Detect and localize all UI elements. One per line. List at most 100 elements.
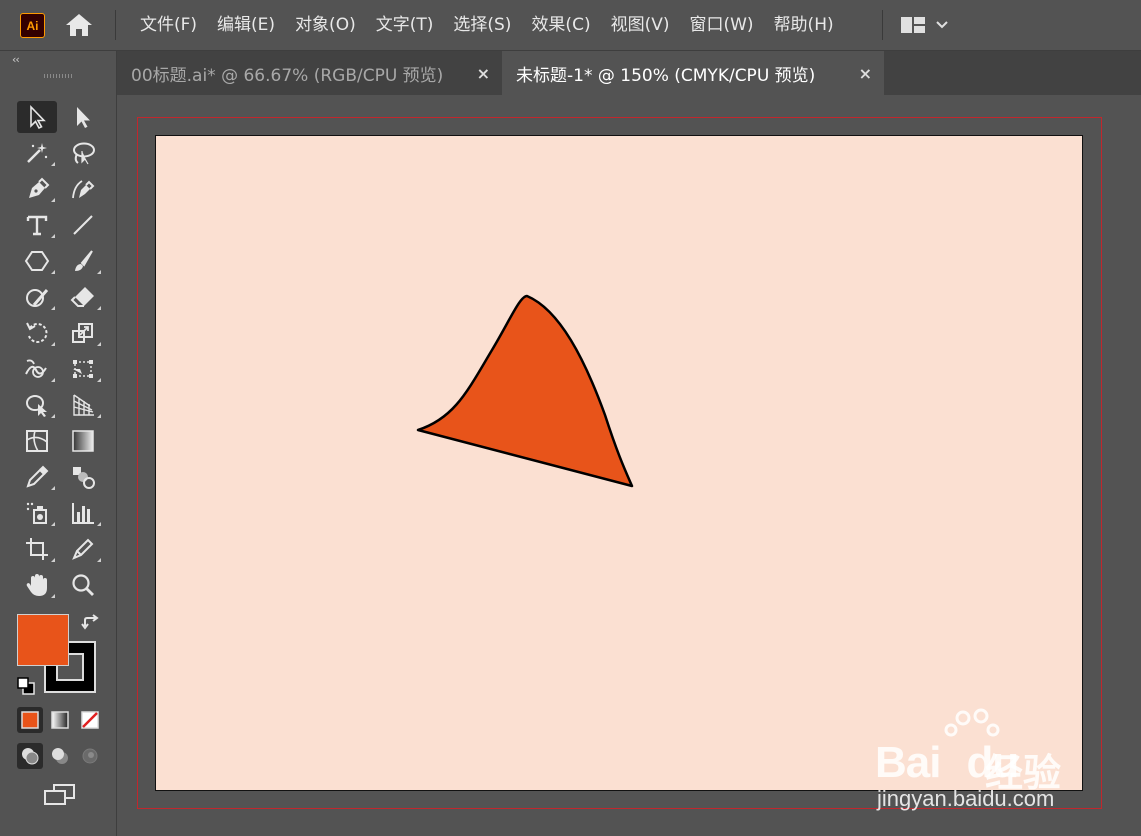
menu-file[interactable]: 文件(F) (130, 0, 207, 50)
pen-tool[interactable] (17, 173, 57, 205)
menu-items: 文件(F) 编辑(E) 对象(O) 文字(T) 选择(S) 效果(C) 视图(V… (130, 0, 844, 50)
menu-object[interactable]: 对象(O) (285, 0, 366, 50)
zoom-tool[interactable] (63, 569, 103, 601)
lasso-icon (73, 142, 95, 165)
home-icon[interactable] (64, 12, 94, 38)
pen-nib-icon (29, 177, 50, 198)
hand-tool[interactable] (17, 569, 57, 601)
column-graph-tool[interactable] (63, 497, 103, 529)
selection-tool[interactable] (17, 101, 57, 133)
menu-effect[interactable]: 效果(C) (521, 0, 600, 50)
type-t-icon (26, 215, 48, 236)
direct-selection-tool[interactable] (63, 101, 103, 133)
screen-mode-icon[interactable] (42, 782, 78, 808)
collapse-panel-button[interactable]: ‹‹ (12, 53, 20, 66)
selection-arrow-icon (30, 105, 46, 130)
tab-title: 00标题.ai* @ 66.67% (RGB/CPU 预览) (131, 65, 444, 86)
eyedropper-icon (26, 465, 49, 488)
gradient-swatch-icon (51, 711, 69, 729)
solid-color-icon (21, 711, 39, 729)
menu-edit[interactable]: 编辑(E) (207, 0, 285, 50)
default-colors-icon[interactable] (16, 676, 36, 696)
rotate-icon (26, 322, 48, 343)
bar-chart-icon (72, 503, 94, 524)
menu-type[interactable]: 文字(T) (366, 0, 444, 50)
magic-wand-icon (27, 143, 48, 163)
line-segment-icon (73, 215, 93, 235)
artboard-tool[interactable] (17, 533, 57, 565)
blend-tool[interactable] (63, 461, 103, 493)
workspace-switcher[interactable] (900, 14, 954, 36)
shape-builder-icon (26, 395, 47, 417)
blend-icon (73, 467, 95, 489)
line-segment-tool[interactable] (63, 209, 103, 241)
close-icon[interactable]: × (477, 64, 490, 83)
menu-bar: Ai 文件(F) 编辑(E) 对象(O) 文字(T) 选择(S) 效果(C) 视… (0, 0, 1141, 51)
draw-behind-button[interactable] (47, 743, 73, 769)
swap-colors-icon[interactable] (80, 614, 102, 636)
chevron-down-icon (936, 21, 948, 29)
hand-icon (26, 574, 47, 596)
eyedropper-tool[interactable] (17, 461, 57, 493)
panel-grip[interactable] (44, 74, 74, 78)
eraser-icon (70, 287, 94, 307)
draw-inside-icon (82, 748, 98, 764)
illustrator-logo: Ai (20, 13, 45, 38)
gradient-mode-button[interactable] (47, 707, 73, 733)
slice-knife-icon (72, 538, 94, 560)
draw-normal-button[interactable] (17, 743, 43, 769)
type-tool[interactable] (17, 209, 57, 241)
tab-document-1[interactable]: 00标题.ai* @ 66.67% (RGB/CPU 预览) × (117, 51, 502, 95)
mesh-icon (26, 430, 48, 452)
shape-builder-tool[interactable] (17, 389, 57, 421)
symbol-sprayer-icon (26, 502, 47, 524)
symbol-sprayer-tool[interactable] (17, 497, 57, 529)
workspace-layout-icon (901, 17, 925, 33)
menu-view[interactable]: 视图(V) (601, 0, 680, 50)
warp-tool[interactable] (17, 353, 57, 385)
draw-inside-button[interactable] (77, 743, 103, 769)
menu-divider (115, 10, 116, 40)
none-color-icon (81, 711, 99, 729)
menu-select[interactable]: 选择(S) (443, 0, 521, 50)
perspective-grid-icon (73, 394, 94, 416)
free-transform-icon (73, 360, 93, 378)
lasso-tool[interactable] (63, 137, 103, 169)
menu-help[interactable]: 帮助(H) (764, 0, 844, 50)
direct-selection-arrow-icon (77, 107, 90, 128)
gradient-tool[interactable] (63, 425, 103, 457)
perspective-grid-tool[interactable] (63, 389, 103, 421)
artboard-icon (26, 538, 48, 560)
free-transform-tool[interactable] (63, 353, 103, 385)
paintbrush-tool[interactable] (63, 245, 103, 277)
magic-wand-tool[interactable] (17, 137, 57, 169)
curvature-pen-icon (72, 180, 95, 199)
document-tab-bar: 00标题.ai* @ 66.67% (RGB/CPU 预览) × 未标题-1* … (117, 51, 1141, 95)
none-mode-button[interactable] (77, 707, 103, 733)
watermark-url: jingyan.baidu.com (877, 786, 1055, 811)
mesh-tool[interactable] (17, 425, 57, 457)
color-mode-button[interactable] (17, 707, 43, 733)
polygon-tool[interactable] (17, 245, 57, 277)
scale-tool[interactable] (63, 317, 103, 349)
shaper-icon (26, 289, 49, 307)
baidu-jingyan-watermark: Bai du 经验 jingyan.baidu.com (875, 708, 1085, 818)
shaper-tool[interactable] (17, 281, 57, 313)
magnifier-icon (72, 574, 94, 596)
rotate-tool[interactable] (17, 317, 57, 349)
fill-color-swatch[interactable] (17, 614, 69, 666)
hexagon-icon (24, 251, 50, 271)
slice-tool[interactable] (63, 533, 103, 565)
menu-window[interactable]: 窗口(W) (679, 0, 763, 50)
gradient-icon (72, 430, 94, 452)
draw-normal-icon (22, 748, 39, 765)
eraser-tool[interactable] (63, 281, 103, 313)
draw-behind-icon (52, 748, 68, 764)
tab-title: 未标题-1* @ 150% (CMYK/CPU 预览) (516, 65, 816, 86)
tab-document-2[interactable]: 未标题-1* @ 150% (CMYK/CPU 预览) × (502, 51, 884, 95)
close-icon[interactable]: × (859, 64, 872, 83)
curvature-tool[interactable] (63, 173, 103, 205)
scale-icon (72, 323, 93, 343)
warp-icon (25, 359, 47, 378)
menu-divider (882, 10, 883, 40)
